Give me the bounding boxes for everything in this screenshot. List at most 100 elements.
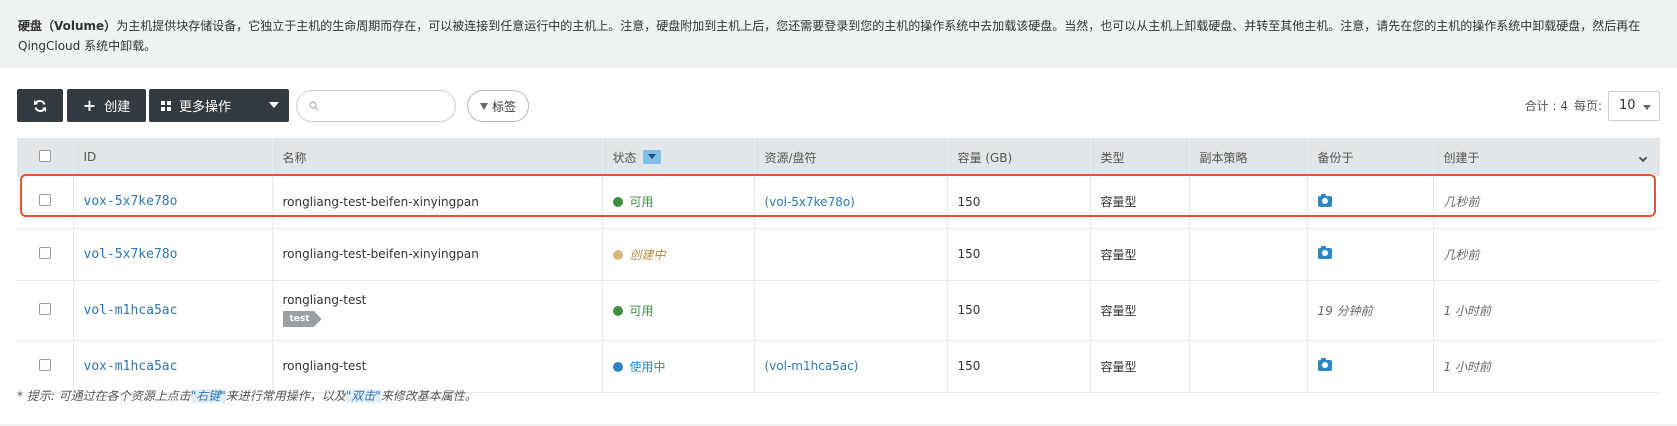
row-checkbox[interactable] — [38, 358, 51, 371]
per-page-value: 10 — [1619, 98, 1636, 113]
camera-icon[interactable] — [1317, 246, 1332, 259]
status-text: 创建中 — [629, 247, 666, 262]
more-actions-button[interactable]: 更多操作 — [149, 89, 289, 122]
status-dot — [612, 249, 623, 260]
notice-title: 硬盘（Volume） — [18, 19, 117, 33]
tip-right-click: "右键" — [190, 389, 226, 403]
status-dot — [612, 361, 623, 372]
volume-type: 容量型 — [1090, 280, 1190, 341]
grid-icon — [161, 100, 171, 111]
replica-policy — [1189, 340, 1308, 393]
more-actions-label: 更多操作 — [179, 100, 232, 115]
header-replica[interactable]: 副本策略 — [1189, 138, 1308, 176]
status-text: 可用 — [629, 303, 654, 318]
row-checkbox[interactable] — [38, 302, 51, 315]
tag-chip[interactable]: test — [282, 311, 322, 327]
header-backup[interactable]: 备份于 — [1307, 138, 1434, 176]
create-label: 创建 — [104, 100, 131, 115]
header-name[interactable]: 名称 — [272, 138, 603, 176]
select-all-checkbox[interactable] — [38, 149, 51, 162]
camera-icon[interactable] — [1317, 193, 1332, 207]
volume-id-link[interactable]: vol-5x7ke78o — [84, 247, 178, 262]
volumes-table: ID 名称 状态 资源/盘符 容量 (GB) 类型 副本策略 备份于 创建于 v… — [17, 138, 1660, 393]
header-status[interactable]: 状态 — [602, 138, 755, 176]
volume-id-link[interactable]: vox-m1hca5ac — [84, 359, 178, 374]
volume-name: rongliang-test — [282, 293, 367, 307]
tip-double-click: "双击" — [345, 389, 381, 403]
search-icon — [309, 101, 319, 111]
camera-icon[interactable] — [1317, 358, 1332, 371]
header-resource[interactable]: 资源/盘符 — [754, 138, 948, 176]
replica-policy — [1189, 280, 1308, 341]
per-page-label: 每页: — [1573, 99, 1602, 113]
header-created-label: 创建于 — [1443, 150, 1480, 165]
status-dot — [612, 305, 623, 316]
pagination: 合计 : 4 每页: 10 — [1525, 89, 1660, 122]
toolbar: + 创建 更多操作 标签 合计 : 4 每页: 10 — [17, 89, 1660, 122]
volume-type: 容量型 — [1090, 340, 1190, 393]
volume-name: rongliang-test — [272, 340, 603, 393]
header-capacity[interactable]: 容量 (GB) — [947, 138, 1091, 176]
replica-policy — [1189, 228, 1308, 281]
status-text: 可用 — [629, 195, 654, 210]
volume-type: 容量型 — [1090, 176, 1190, 229]
volume-name-cell: rongliang-test test — [272, 280, 603, 341]
chevron-down-icon[interactable] — [1638, 153, 1648, 163]
volume-notice: 硬盘（Volume）为主机提供块存储设备，它独立于主机的生命周期而存在，可以被连… — [0, 0, 1677, 68]
filter-icon — [479, 102, 488, 110]
header-type[interactable]: 类型 — [1090, 138, 1190, 176]
created-time: 几秒前 — [1433, 176, 1660, 229]
capacity: 150 — [947, 176, 1091, 229]
created-time: 1 小时前 — [1433, 340, 1660, 393]
resource-link[interactable]: (vol-5x7ke78o) — [765, 195, 855, 209]
status-text: 使用中 — [629, 359, 666, 374]
volume-name: rongliang-test-beifen-xinyingpan — [272, 228, 603, 281]
tag-filter-label: 标签 — [491, 99, 516, 114]
capacity: 150 — [947, 340, 1091, 393]
backup-time: 19 分钟前 — [1307, 280, 1434, 341]
per-page-select[interactable]: 10 — [1608, 90, 1660, 121]
status-cell: 创建中 — [602, 228, 755, 281]
refresh-button[interactable] — [17, 89, 63, 122]
status-cell: 可用 — [602, 280, 755, 341]
header-created[interactable]: 创建于 — [1433, 138, 1660, 176]
tip-suffix: 来修改基本属性。 — [380, 389, 477, 403]
table-row[interactable]: vol-5x7ke78o rongliang-test-beifen-xinyi… — [17, 228, 1660, 281]
caret-down-icon — [1643, 104, 1651, 110]
created-time: 1 小时前 — [1433, 280, 1660, 341]
table-row[interactable]: vox-5x7ke78o rongliang-test-beifen-xinyi… — [17, 176, 1660, 229]
header-id[interactable]: ID — [73, 138, 273, 176]
notice-text: 为主机提供块存储设备，它独立于主机的生命周期而存在，可以被连接到任意运行中的主机… — [18, 19, 1641, 53]
plus-icon: + — [82, 95, 97, 115]
capacity: 150 — [947, 228, 1091, 281]
refresh-icon — [34, 99, 46, 112]
tag-filter-button[interactable]: 标签 — [467, 90, 529, 122]
status-filter-icon[interactable] — [642, 149, 661, 164]
caret-down-icon — [269, 102, 279, 108]
search-input[interactable] — [325, 94, 455, 118]
capacity: 150 — [947, 280, 1091, 341]
status-cell: 可用 — [602, 176, 755, 229]
usage-tip: * 提示: 可通过在各个资源上点击"右键"来进行常用操作，以及"双击"来修改基本… — [17, 387, 477, 404]
table-row[interactable]: vol-m1hca5ac rongliang-test test 可用 150 … — [17, 280, 1660, 341]
created-time: 几秒前 — [1433, 228, 1660, 281]
volume-id-link[interactable]: vol-m1hca5ac — [84, 303, 178, 318]
volume-id-link[interactable]: vox-5x7ke78o — [84, 194, 178, 209]
tip-prefix: * 提示: 可通过在各个资源上点击 — [17, 389, 191, 403]
search-box — [296, 90, 456, 122]
total-count: 合计 : 4 — [1524, 99, 1568, 113]
resource-empty — [754, 228, 948, 281]
resource-empty — [754, 280, 948, 341]
status-cell: 使用中 — [602, 340, 755, 393]
row-checkbox[interactable] — [38, 246, 51, 259]
create-button[interactable]: + 创建 — [67, 89, 146, 122]
header-status-label: 状态 — [612, 150, 637, 165]
row-checkbox[interactable] — [38, 194, 51, 207]
tip-middle: 来进行常用操作，以及 — [225, 389, 346, 403]
status-dot — [612, 197, 623, 208]
volume-name: rongliang-test-beifen-xinyingpan — [272, 176, 603, 229]
table-row[interactable]: vox-m1hca5ac rongliang-test 使用中 (vol-m1h… — [17, 340, 1660, 393]
volume-type: 容量型 — [1090, 228, 1190, 281]
table-header: ID 名称 状态 资源/盘符 容量 (GB) 类型 副本策略 备份于 创建于 — [17, 138, 1660, 176]
resource-link[interactable]: (vol-m1hca5ac) — [765, 359, 859, 373]
